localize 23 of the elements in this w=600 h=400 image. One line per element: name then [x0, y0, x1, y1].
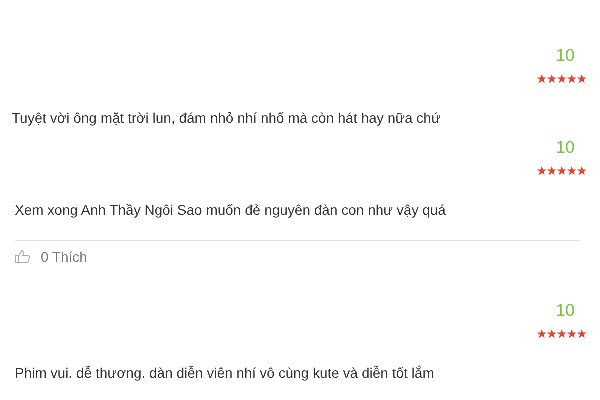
like-button[interactable]: 0 Thích	[15, 249, 88, 265]
star-icon	[537, 329, 547, 339]
star-icon	[567, 166, 577, 176]
score: 10	[556, 301, 576, 321]
star-icon	[567, 74, 577, 84]
star-icon	[557, 166, 567, 176]
score: 10	[556, 138, 576, 158]
review-text: Phim vui. dễ thương. dàn diễn viên nhí vô cùng kute và diễn tốt lắm	[15, 364, 436, 383]
score: 10	[556, 46, 576, 66]
star-icon	[547, 74, 557, 84]
review-text: Tuyệt vời ông mặt trời lun, đám nhỏ nhí nhố mà còn hát hay nữa chứ	[12, 109, 442, 128]
star-icon	[547, 166, 557, 176]
star-icon	[567, 329, 577, 339]
star-icon	[557, 329, 567, 339]
star-icon	[557, 74, 567, 84]
thumbs-up-icon	[15, 250, 31, 264]
star-icon	[537, 74, 547, 84]
star-icon	[537, 166, 547, 176]
star-icon	[577, 329, 587, 339]
review-text: Xem xong Anh Thầy Ngôi Sao muốn đẻ nguyên đàn con như vậy quá	[15, 201, 447, 220]
star-icon	[577, 74, 587, 84]
star-icon	[547, 329, 557, 339]
star-icon	[577, 166, 587, 176]
